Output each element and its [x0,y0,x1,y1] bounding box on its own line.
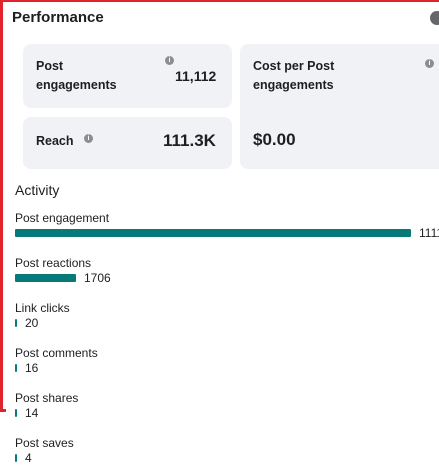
metric-value: 16 [25,361,39,375]
frame-border-corner [0,409,6,412]
frame-border-top [0,0,439,2]
info-icon[interactable]: i [165,56,174,65]
post-engagements-card: Post engagements i 11,112 [23,44,232,108]
info-icon[interactable]: i [425,59,434,68]
metric-value: 4 [25,451,32,465]
metric-label: Post comments [15,346,98,360]
metric-label: Post saves [15,436,74,450]
metric-label: Post engagement [15,211,110,225]
metric-value: 14 [25,406,39,420]
screenshot-frame: Performance Post engagements i 11,112 Co… [0,0,439,469]
cost-per-engagement-value: $0.00 [253,130,296,149]
metric-bar [15,319,17,327]
panel-title: Performance [12,9,104,26]
metric-value: 11112 [419,226,439,240]
metric-bar [15,454,17,462]
performance-panel: Performance Post engagements i 11,112 Co… [3,2,439,469]
metric-value: 1706 [84,271,111,285]
metric-label: Link clicks [15,301,70,315]
metric-bar [15,229,411,237]
post-engagements-value: 11,112 [175,68,217,84]
label-line-1: Cost per Post [253,59,335,73]
reach-card: Reach i 111.3K [23,117,232,169]
metric-bar [15,364,17,372]
info-icon[interactable] [430,11,439,25]
label-line-1: Post [36,59,64,73]
info-icon[interactable]: i [84,134,93,143]
activity-title: Activity [15,182,60,198]
metric-bar [15,274,76,282]
cost-per-engagement-card: Cost per Post engagements i $0.00 [240,44,439,169]
metric-label: Post reactions [15,256,92,270]
metric-bar [15,409,17,417]
frame-border-left [0,0,3,411]
metric-label: Post shares [15,391,79,405]
post-engagements-label: Post engagements [36,57,117,95]
cost-per-engagement-label: Cost per Post engagements [253,57,334,95]
label-line-2: engagements [253,78,334,92]
reach-value: 111.3K [163,131,216,150]
label-line-2: engagements [36,78,117,92]
metric-value: 20 [25,316,39,330]
reach-label: Reach [36,134,74,148]
